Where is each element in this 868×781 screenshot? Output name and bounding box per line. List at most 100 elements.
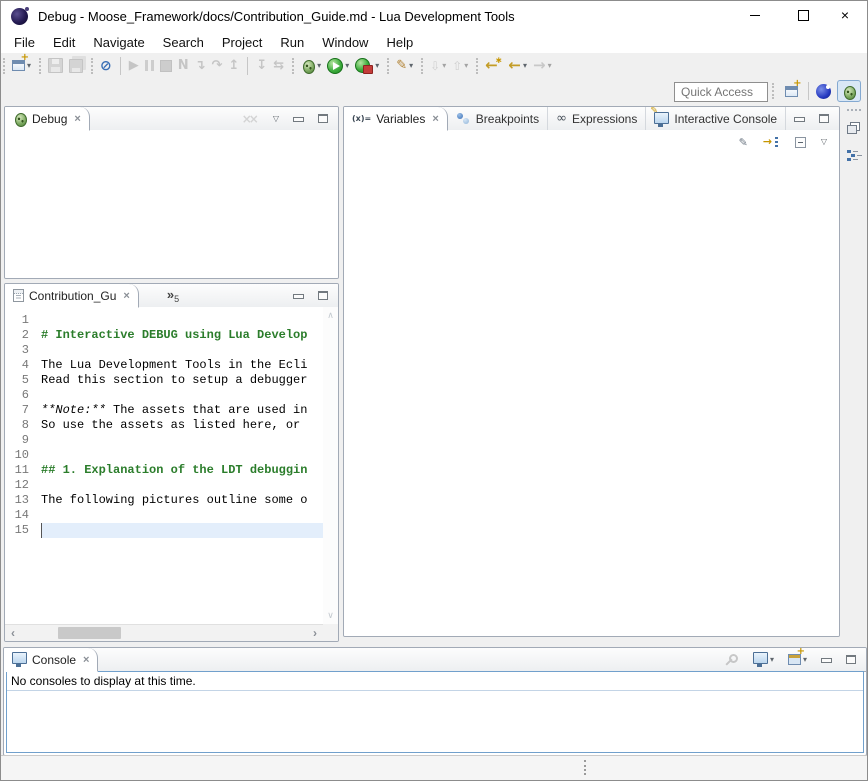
menu-file[interactable]: File [5,33,44,52]
scroll-up-icon[interactable]: ∧ [327,310,334,321]
line-text[interactable]: The Lua Development Tools in the Ecli [41,358,323,373]
line-number[interactable]: 14 [5,508,41,523]
display-selected-console-button[interactable]: ▾ [750,649,777,671]
dropdown-arrow-icon[interactable]: ▾ [523,61,527,70]
open-console-button[interactable]: ▾ [785,649,810,671]
dropdown-arrow-icon[interactable]: ▾ [770,655,774,664]
line-text[interactable] [41,508,323,523]
line-text[interactable] [41,388,323,403]
terminate-button[interactable] [157,55,175,77]
debug-button[interactable]: ▾ [298,55,324,77]
tab-console[interactable]: Console× [4,648,98,672]
minimize-button[interactable] [290,108,307,130]
line-text[interactable]: So use the assets as listed here, or [41,418,323,433]
menu-navigate[interactable]: Navigate [84,33,153,52]
save-all-button[interactable] [66,55,86,77]
debug-view-body[interactable] [5,130,338,278]
suspend-button[interactable] [142,55,157,77]
line-number[interactable]: 12 [5,478,41,493]
step-over-button[interactable]: ↷ [209,55,226,77]
editor-vertical-scrollbar[interactable]: ∧ ∨ [323,307,338,624]
tab-expressions[interactable]: ∞Expressions [548,107,646,130]
menu-window[interactable]: Window [313,33,377,52]
tab-interactive-console[interactable]: Interactive Console [646,107,786,130]
maximize-button[interactable] [816,108,832,130]
step-return-button[interactable]: ↥ [225,55,242,77]
line-text[interactable]: ## 1. Explanation of the LDT debuggin [41,463,323,478]
previous-annotation-button[interactable]: ⇧▾ [449,55,471,77]
window-close-button[interactable]: × [827,1,863,29]
window-maximize-button[interactable] [785,1,821,29]
scrollbar-thumb[interactable] [58,627,121,639]
open-perspective-button[interactable] [779,80,803,102]
disconnect-button[interactable]: N [175,55,192,77]
next-annotation-button[interactable]: ⇩▾ [427,55,449,77]
maximize-button[interactable] [843,649,859,671]
tab-contribution-gu[interactable]: Contribution_Gu× [5,284,139,308]
tab-variables[interactable]: (x)=Variables× [344,107,448,131]
trim-drag-handle[interactable] [847,109,861,111]
line-text[interactable]: The following pictures outline some o [41,493,323,508]
line-number[interactable]: 15 [5,523,41,538]
view-menu-button[interactable]: ▽ [270,108,282,130]
minimize-button[interactable] [818,649,835,671]
external-tools-button[interactable]: ▾ [352,55,382,77]
dropdown-arrow-icon[interactable]: ▾ [317,61,321,70]
editor-horizontal-scrollbar[interactable]: ‹ › [5,624,323,641]
line-number[interactable]: 7 [5,403,41,418]
drop-to-frame-button[interactable]: ↧ [253,55,270,77]
line-number[interactable]: 1 [5,313,41,328]
show-outline-button[interactable] [844,145,864,165]
restore-view-button[interactable] [844,118,864,138]
maximize-button[interactable] [315,285,331,307]
remove-all-terminated-button[interactable]: ×× [239,108,262,130]
last-edit-location-button[interactable]: ←∗ [482,55,505,77]
line-number[interactable]: 3 [5,343,41,358]
console-body[interactable]: No consoles to display at this time. [6,671,864,753]
pin-console-button[interactable] [723,649,742,671]
view-menu-button[interactable]: ▽ [818,131,830,153]
tab-breakpoints[interactable]: Breakpoints [448,107,548,130]
menu-help[interactable]: Help [377,33,422,52]
resume-button[interactable]: ▶ [126,55,142,77]
collapse-all-button[interactable] [792,131,809,153]
line-text[interactable] [41,343,323,358]
line-number[interactable]: 2 [5,328,41,343]
line-text[interactable] [41,523,323,538]
menu-run[interactable]: Run [271,33,313,52]
step-into-button[interactable]: ↴ [192,55,209,77]
dropdown-arrow-icon[interactable]: ▾ [409,61,413,70]
tab-close-icon[interactable]: × [432,113,438,125]
line-text[interactable] [41,478,323,493]
dropdown-arrow-icon[interactable]: ▾ [345,61,349,70]
line-text[interactable]: Read this section to setup a debugger [41,373,323,388]
line-number[interactable]: 9 [5,433,41,448]
menu-edit[interactable]: Edit [44,33,84,52]
menu-project[interactable]: Project [213,33,271,52]
show-type-names-button[interactable]: ✎ [736,131,751,153]
line-text[interactable] [41,313,323,328]
line-text[interactable]: **Note:** The assets that are used in [41,403,323,418]
hidden-editors-button[interactable]: »5 [167,284,179,307]
window-minimize-button[interactable] [737,1,773,29]
dropdown-arrow-icon[interactable]: ▾ [548,61,552,70]
line-text[interactable] [41,433,323,448]
run-button[interactable]: ▾ [324,55,352,77]
line-number[interactable]: 5 [5,373,41,388]
line-number[interactable]: 10 [5,448,41,463]
tab-close-icon[interactable]: × [83,654,89,666]
dropdown-arrow-icon[interactable]: ▾ [442,61,446,70]
use-step-filters-button[interactable]: ⇆ [270,55,287,77]
status-bar-drag-handle[interactable] [584,760,586,775]
line-number[interactable]: 8 [5,418,41,433]
forward-button[interactable]: →▾ [530,55,555,77]
scrollbar-track[interactable] [21,625,307,641]
minimize-button[interactable] [290,285,307,307]
line-number[interactable]: 4 [5,358,41,373]
line-text[interactable]: # Interactive DEBUG using Lua Develop [41,328,323,343]
skip-all-breakpoints-button[interactable]: ⊘ [97,55,115,77]
save-button[interactable] [45,55,66,77]
toolbar-drag-handle[interactable] [772,83,774,99]
line-number[interactable]: 11 [5,463,41,478]
lua-perspective-button[interactable] [811,80,835,102]
